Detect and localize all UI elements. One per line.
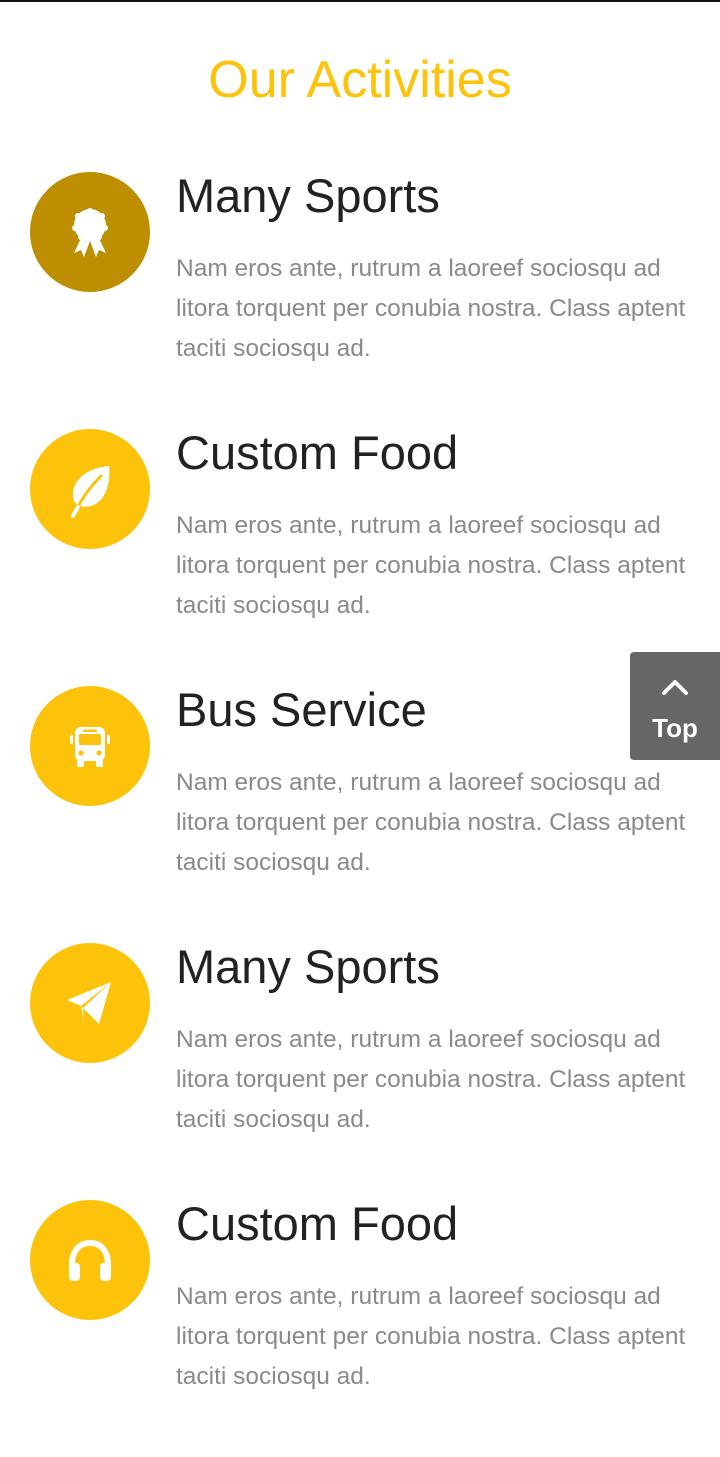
activity-item: Bus Service Nam eros ante, rutrum a laor… xyxy=(0,683,720,943)
activity-item: Many Sports Nam eros ante, rutrum a laor… xyxy=(0,169,720,429)
activity-description: Nam eros ante, rutrum a laoreef sociosqu… xyxy=(176,1026,686,1133)
activity-title: Custom Food xyxy=(176,1197,459,1250)
activity-item: Custom Food Nam eros ante, rutrum a laor… xyxy=(0,426,720,686)
activity-icon-circle xyxy=(30,686,150,806)
chevron-up-icon xyxy=(662,680,688,695)
activity-title: Many Sports xyxy=(176,940,440,993)
activity-description: Nam eros ante, rutrum a laoreef sociosqu… xyxy=(176,769,686,876)
section-title: Our Activities xyxy=(208,51,512,109)
activity-title: Custom Food xyxy=(176,426,459,479)
activity-item: Many Sports Nam eros ante, rutrum a laor… xyxy=(0,940,720,1200)
activity-description: Nam eros ante, rutrum a laoreef sociosqu… xyxy=(176,255,686,362)
activity-description: Nam eros ante, rutrum a laoreef sociosqu… xyxy=(176,512,686,619)
activity-icon-circle xyxy=(30,429,150,549)
back-to-top-label: Top xyxy=(652,713,698,743)
activity-title: Many Sports xyxy=(176,169,440,222)
activity-icon-circle xyxy=(30,1200,150,1320)
headphones-icon xyxy=(69,1239,111,1281)
activity-description: Nam eros ante, rutrum a laoreef sociosqu… xyxy=(176,1283,686,1390)
back-to-top-button[interactable]: Top xyxy=(630,652,720,760)
activity-icon-circle xyxy=(30,943,150,1063)
bus-icon xyxy=(70,727,110,767)
activity-title: Bus Service xyxy=(176,683,427,736)
activity-icon-circle xyxy=(30,172,150,292)
activity-item: Custom Food Nam eros ante, rutrum a laor… xyxy=(0,1197,720,1457)
paper-plane-icon xyxy=(67,982,111,1024)
award-ribbon-icon xyxy=(72,208,108,257)
leaf-icon xyxy=(71,466,110,518)
